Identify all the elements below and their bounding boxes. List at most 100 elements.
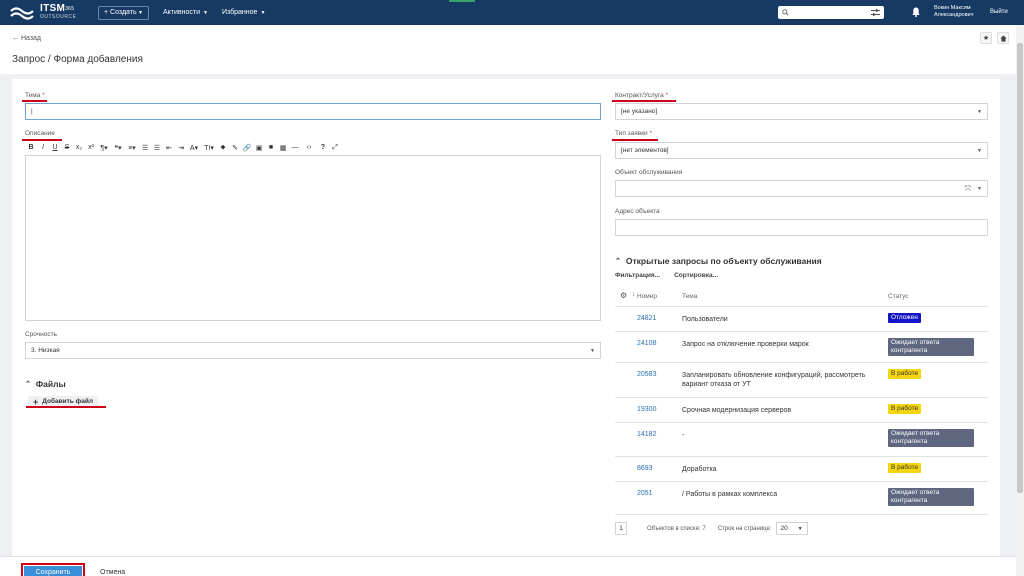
chevron-down-icon: ▼ xyxy=(260,9,266,16)
code-view-icon[interactable]: ‹› xyxy=(301,144,317,151)
subscript-button[interactable]: x₂ xyxy=(73,144,85,151)
chevron-down-icon: ▼ xyxy=(136,9,143,16)
quote-button[interactable]: ❝▾ xyxy=(111,144,125,152)
request-number-link[interactable]: 19300 xyxy=(637,406,656,413)
filter-link[interactable]: Фильтрация... xyxy=(615,272,660,279)
open-requests-table: ⚙ ↕ Номер Тема Статус 24821 Пользователи О… xyxy=(615,285,988,515)
page-title: Запрос / Форма добавления xyxy=(12,54,143,65)
table-icon[interactable]: ▦ xyxy=(277,144,289,152)
nav-activities[interactable]: Активности ▼ xyxy=(163,9,208,16)
service-object-select[interactable]: ⤧ ▼ xyxy=(615,180,988,197)
request-topic: Запрос на отключение проверки марок xyxy=(682,341,809,348)
video-icon[interactable]: ■ xyxy=(265,144,277,151)
paragraph-style-button[interactable]: ¶▾ xyxy=(97,144,111,152)
help-icon[interactable]: ? xyxy=(317,144,329,151)
highlight-icon[interactable]: ⬥ xyxy=(217,144,229,152)
filter-sliders-icon[interactable] xyxy=(871,9,880,16)
bell-icon[interactable] xyxy=(912,7,920,17)
object-address-input[interactable] xyxy=(615,219,988,236)
request-number-link[interactable]: 2051 xyxy=(637,490,653,497)
urgency-label: Срочность xyxy=(25,331,57,338)
request-number-link[interactable]: 24821 xyxy=(637,315,656,322)
object-address-label: Адрес объекта xyxy=(615,208,660,215)
home-button[interactable] xyxy=(997,32,1009,44)
table-row[interactable]: 24108 Запрос на отключение проверки марок… xyxy=(615,332,988,363)
superscript-button[interactable]: x² xyxy=(85,144,97,151)
app-logo[interactable]: ITSM365 OUTSOURCE xyxy=(10,2,92,21)
description-editor[interactable] xyxy=(25,155,601,321)
request-number-link[interactable]: 24108 xyxy=(637,340,656,347)
ordered-list-button[interactable]: ☰ xyxy=(151,144,163,152)
home-icon xyxy=(999,34,1007,42)
urgency-select[interactable]: 3. Низкая ▼ xyxy=(25,342,601,359)
logo-title: ITSM xyxy=(40,2,66,14)
indent-button[interactable]: ⇥ xyxy=(175,144,187,152)
contract-select[interactable]: [не указано] ▼ xyxy=(615,103,988,120)
request-number-link[interactable]: 8693 xyxy=(637,465,653,472)
request-type-select[interactable]: [нет элементов] ▼ xyxy=(615,142,988,159)
font-size-button[interactable]: TI▾ xyxy=(201,144,217,152)
settings-gear-icon[interactable]: ⚙ xyxy=(620,291,627,300)
horizontal-rule-icon[interactable]: — xyxy=(289,144,301,151)
fullscreen-icon[interactable]: ⤢ xyxy=(329,144,341,152)
add-file-underline xyxy=(26,406,106,408)
nav-activities-label: Активности xyxy=(162,9,201,16)
table-controls: Фильтрация... Сортировка... xyxy=(615,272,718,279)
rows-per-page-select[interactable]: 20 ▼ xyxy=(775,522,808,535)
col-number-header[interactable]: Номер xyxy=(637,293,657,300)
underline-button[interactable]: U xyxy=(49,144,61,151)
page-scrollbar[interactable] xyxy=(1016,25,1024,576)
scrollbar-thumb[interactable] xyxy=(1017,43,1023,493)
sort-arrows-icon[interactable]: ↕ xyxy=(632,292,635,298)
col-topic-header[interactable]: Тема xyxy=(682,293,697,300)
col-status-header[interactable]: Статус xyxy=(888,293,909,300)
status-badge: В работе xyxy=(888,463,922,473)
cancel-button[interactable]: Отмена xyxy=(100,569,125,576)
star-icon: ★ xyxy=(982,35,990,42)
top-navbar: ITSM365 OUTSOURCE + Создать ▼ Активности… xyxy=(0,0,1024,25)
rows-per-page-label: Строк на странице: xyxy=(717,525,772,532)
table-row[interactable]: 19300 Срочная модернизация серверов В рабо… xyxy=(615,398,988,423)
global-search-input[interactable] xyxy=(778,6,884,19)
request-number-link[interactable]: 20583 xyxy=(637,371,656,378)
nav-favorites[interactable]: Избранное ▼ xyxy=(222,9,265,16)
logout-link[interactable]: Выйти xyxy=(990,9,1008,15)
outdent-button[interactable]: ⇤ xyxy=(163,144,175,152)
page-number-button[interactable]: 1 xyxy=(615,522,627,535)
create-button-label: + Создать xyxy=(104,9,137,16)
italic-button[interactable]: I xyxy=(37,144,49,151)
open-requests-header[interactable]: ⌃ Открытые запросы по объекту обслуживан… xyxy=(615,256,822,266)
bold-button[interactable]: B xyxy=(25,144,37,151)
sort-link[interactable]: Сортировка... xyxy=(674,272,718,279)
favorite-star-button[interactable]: ★ xyxy=(980,32,992,44)
expand-icon[interactable]: ⤧ xyxy=(965,184,971,194)
logo-subtitle: OUTSOURCE xyxy=(40,13,77,20)
table-row[interactable]: 20583 Запланировать обновление конфигурац… xyxy=(615,363,988,398)
save-button[interactable]: Сохранить xyxy=(21,563,85,576)
table-row[interactable]: 8693 Доработка В работе xyxy=(615,457,988,482)
font-color-button[interactable]: A▾ xyxy=(187,144,201,152)
request-topic: - xyxy=(682,432,685,439)
request-topic: / Работы в рамках комплекса xyxy=(682,491,778,498)
eraser-icon[interactable]: ✎ xyxy=(229,144,241,152)
description-label: Описание xyxy=(25,130,55,137)
topic-label-underline xyxy=(22,100,47,102)
table-row[interactable]: 14182 - Ожидает ответа контрагента xyxy=(615,423,988,457)
table-row[interactable]: 24821 Пользователи Отложен xyxy=(615,307,988,332)
image-icon[interactable]: ▣ xyxy=(253,144,265,152)
link-icon[interactable]: 🔗 xyxy=(241,144,253,152)
unordered-list-button[interactable]: ☰ xyxy=(139,144,151,152)
strikethrough-button[interactable]: S xyxy=(61,144,73,151)
user-menu[interactable]: Вокин Максим Александрович xyxy=(934,5,973,19)
back-link[interactable]: ← Назад xyxy=(12,35,41,42)
create-button[interactable]: + Создать ▼ xyxy=(98,5,149,20)
request-number-link[interactable]: 14182 xyxy=(637,431,656,438)
status-badge: Ожидает ответа контрагента xyxy=(888,488,974,506)
align-button[interactable]: ≡▾ xyxy=(125,144,139,152)
topic-input[interactable]: | xyxy=(25,103,601,120)
files-header-label: Файлы xyxy=(35,379,66,389)
files-section-header[interactable]: ⌃ Файлы xyxy=(25,379,66,389)
chevron-down-icon: ▼ xyxy=(977,148,982,154)
table-row[interactable]: 2051 / Работы в рамках комплекса Ожидает о… xyxy=(615,482,988,515)
logo-sup: 365 xyxy=(65,5,75,12)
